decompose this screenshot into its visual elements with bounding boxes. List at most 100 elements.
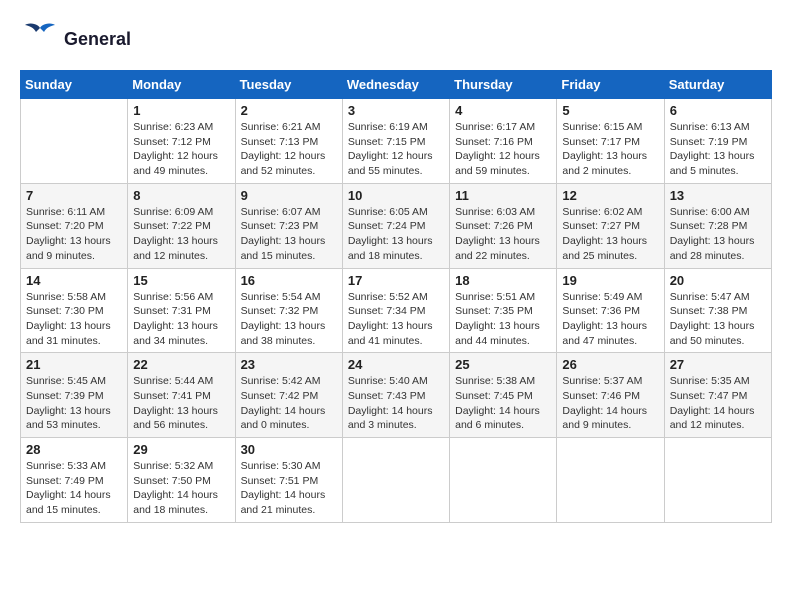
day-info: Sunrise: 5:56 AM Sunset: 7:31 PM Dayligh… <box>133 290 229 349</box>
day-info: Sunrise: 6:07 AM Sunset: 7:23 PM Dayligh… <box>241 205 337 264</box>
day-info: Sunrise: 6:05 AM Sunset: 7:24 PM Dayligh… <box>348 205 444 264</box>
day-number: 15 <box>133 273 229 288</box>
calendar-day-cell: 11Sunrise: 6:03 AM Sunset: 7:26 PM Dayli… <box>450 183 557 268</box>
day-number: 7 <box>26 188 122 203</box>
calendar-day-cell: 23 Sunrise: 5:42 AM Sunset: 7:42 PM Dayli… <box>235 353 342 438</box>
day-info: Sunrise: 5:49 AM Sunset: 7:36 PM Dayligh… <box>562 290 658 349</box>
calendar-day-cell <box>664 438 771 523</box>
weekday-header-tuesday: Tuesday <box>235 71 342 99</box>
calendar-day-cell: 9 Sunrise: 6:07 AM Sunset: 7:23 PM Daylig… <box>235 183 342 268</box>
day-info: Sunrise: 6:00 AM Sunset: 7:28 PM Dayligh… <box>670 205 766 264</box>
day-info: Sunrise: 6:23 AM Sunset: 7:12 PM Dayligh… <box>133 120 229 179</box>
calendar-day-cell: 24 Sunrise: 5:40 AM Sunset: 7:43 PM Dayli… <box>342 353 449 438</box>
calendar-day-cell: 28 Sunrise: 5:33 AM Sunset: 7:49 PM Dayli… <box>21 438 128 523</box>
day-number: 5 <box>562 103 658 118</box>
day-number: 30 <box>241 442 337 457</box>
calendar-table: SundayMondayTuesdayWednesdayThursdayFrid… <box>20 70 772 523</box>
day-info: Sunrise: 6:19 AM Sunset: 7:15 PM Dayligh… <box>348 120 444 179</box>
weekday-header-saturday: Saturday <box>664 71 771 99</box>
calendar-day-cell: 17 Sunrise: 5:52 AM Sunset: 7:34 PM Dayli… <box>342 268 449 353</box>
day-info: Sunrise: 5:42 AM Sunset: 7:42 PM Dayligh… <box>241 374 337 433</box>
calendar-day-cell: 21 Sunrise: 5:45 AM Sunset: 7:39 PM Dayli… <box>21 353 128 438</box>
day-number: 25 <box>455 357 551 372</box>
calendar-day-cell: 20 Sunrise: 5:47 AM Sunset: 7:38 PM Dayli… <box>664 268 771 353</box>
logo: General <box>20 20 131 60</box>
day-info: Sunrise: 5:38 AM Sunset: 7:45 PM Dayligh… <box>455 374 551 433</box>
calendar-day-cell: 16Sunrise: 5:54 AM Sunset: 7:32 PM Dayli… <box>235 268 342 353</box>
day-number: 2 <box>241 103 337 118</box>
calendar-day-cell: 10Sunrise: 6:05 AM Sunset: 7:24 PM Dayli… <box>342 183 449 268</box>
day-number: 18 <box>455 273 551 288</box>
day-number: 27 <box>670 357 766 372</box>
day-number: 1 <box>133 103 229 118</box>
day-info: Sunrise: 6:09 AM Sunset: 7:22 PM Dayligh… <box>133 205 229 264</box>
calendar-day-cell: 6 Sunrise: 6:13 AM Sunset: 7:19 PM Daylig… <box>664 99 771 184</box>
calendar-day-cell: 22Sunrise: 5:44 AM Sunset: 7:41 PM Dayli… <box>128 353 235 438</box>
day-number: 14 <box>26 273 122 288</box>
day-number: 22 <box>133 357 229 372</box>
day-info: Sunrise: 6:11 AM Sunset: 7:20 PM Dayligh… <box>26 205 122 264</box>
day-number: 17 <box>348 273 444 288</box>
weekday-header-sunday: Sunday <box>21 71 128 99</box>
calendar-week-row: 1 Sunrise: 6:23 AM Sunset: 7:12 PM Daylig… <box>21 99 772 184</box>
day-info: Sunrise: 6:21 AM Sunset: 7:13 PM Dayligh… <box>241 120 337 179</box>
day-number: 8 <box>133 188 229 203</box>
calendar-day-cell: 13 Sunrise: 6:00 AM Sunset: 7:28 PM Dayli… <box>664 183 771 268</box>
weekday-header-thursday: Thursday <box>450 71 557 99</box>
calendar-week-row: 28 Sunrise: 5:33 AM Sunset: 7:49 PM Dayli… <box>21 438 772 523</box>
day-info: Sunrise: 6:13 AM Sunset: 7:19 PM Dayligh… <box>670 120 766 179</box>
calendar-day-cell: 29 Sunrise: 5:32 AM Sunset: 7:50 PM Dayli… <box>128 438 235 523</box>
calendar-day-cell: 26Sunrise: 5:37 AM Sunset: 7:46 PM Dayli… <box>557 353 664 438</box>
calendar-day-cell: 4Sunrise: 6:17 AM Sunset: 7:16 PM Daylig… <box>450 99 557 184</box>
day-info: Sunrise: 5:30 AM Sunset: 7:51 PM Dayligh… <box>241 459 337 518</box>
day-info: Sunrise: 5:52 AM Sunset: 7:34 PM Dayligh… <box>348 290 444 349</box>
day-number: 26 <box>562 357 658 372</box>
day-info: Sunrise: 6:17 AM Sunset: 7:16 PM Dayligh… <box>455 120 551 179</box>
calendar-header-row: SundayMondayTuesdayWednesdayThursdayFrid… <box>21 71 772 99</box>
calendar-week-row: 14 Sunrise: 5:58 AM Sunset: 7:30 PM Dayli… <box>21 268 772 353</box>
day-number: 20 <box>670 273 766 288</box>
day-number: 28 <box>26 442 122 457</box>
calendar-day-cell: 27 Sunrise: 5:35 AM Sunset: 7:47 PM Dayli… <box>664 353 771 438</box>
day-number: 13 <box>670 188 766 203</box>
calendar-day-cell: 8 Sunrise: 6:09 AM Sunset: 7:22 PM Daylig… <box>128 183 235 268</box>
calendar-day-cell <box>450 438 557 523</box>
calendar-day-cell: 15 Sunrise: 5:56 AM Sunset: 7:31 PM Dayli… <box>128 268 235 353</box>
day-number: 21 <box>26 357 122 372</box>
calendar-day-cell <box>21 99 128 184</box>
day-number: 6 <box>670 103 766 118</box>
day-info: Sunrise: 5:47 AM Sunset: 7:38 PM Dayligh… <box>670 290 766 349</box>
calendar-day-cell: 18Sunrise: 5:51 AM Sunset: 7:35 PM Dayli… <box>450 268 557 353</box>
day-info: Sunrise: 6:15 AM Sunset: 7:17 PM Dayligh… <box>562 120 658 179</box>
day-info: Sunrise: 6:02 AM Sunset: 7:27 PM Dayligh… <box>562 205 658 264</box>
day-number: 23 <box>241 357 337 372</box>
calendar-day-cell <box>557 438 664 523</box>
calendar-day-cell: 1 Sunrise: 6:23 AM Sunset: 7:12 PM Daylig… <box>128 99 235 184</box>
calendar-week-row: 7 Sunrise: 6:11 AM Sunset: 7:20 PM Daylig… <box>21 183 772 268</box>
day-info: Sunrise: 5:32 AM Sunset: 7:50 PM Dayligh… <box>133 459 229 518</box>
day-number: 11 <box>455 188 551 203</box>
day-info: Sunrise: 5:33 AM Sunset: 7:49 PM Dayligh… <box>26 459 122 518</box>
page-header: General <box>20 20 772 60</box>
calendar-day-cell: 30 Sunrise: 5:30 AM Sunset: 7:51 PM Dayli… <box>235 438 342 523</box>
calendar-day-cell: 14 Sunrise: 5:58 AM Sunset: 7:30 PM Dayli… <box>21 268 128 353</box>
weekday-header-friday: Friday <box>557 71 664 99</box>
day-number: 12 <box>562 188 658 203</box>
day-info: Sunrise: 5:35 AM Sunset: 7:47 PM Dayligh… <box>670 374 766 433</box>
weekday-header-monday: Monday <box>128 71 235 99</box>
calendar-day-cell: 25 Sunrise: 5:38 AM Sunset: 7:45 PM Dayli… <box>450 353 557 438</box>
calendar-day-cell: 12 Sunrise: 6:02 AM Sunset: 7:27 PM Dayli… <box>557 183 664 268</box>
day-info: Sunrise: 5:58 AM Sunset: 7:30 PM Dayligh… <box>26 290 122 349</box>
day-number: 19 <box>562 273 658 288</box>
day-number: 29 <box>133 442 229 457</box>
calendar-day-cell: 5 Sunrise: 6:15 AM Sunset: 7:17 PM Daylig… <box>557 99 664 184</box>
day-number: 24 <box>348 357 444 372</box>
weekday-header-wednesday: Wednesday <box>342 71 449 99</box>
calendar-day-cell: 7 Sunrise: 6:11 AM Sunset: 7:20 PM Daylig… <box>21 183 128 268</box>
day-info: Sunrise: 5:45 AM Sunset: 7:39 PM Dayligh… <box>26 374 122 433</box>
day-info: Sunrise: 5:54 AM Sunset: 7:32 PM Dayligh… <box>241 290 337 349</box>
day-number: 3 <box>348 103 444 118</box>
day-number: 9 <box>241 188 337 203</box>
day-info: Sunrise: 5:40 AM Sunset: 7:43 PM Dayligh… <box>348 374 444 433</box>
logo-text: General <box>64 30 131 50</box>
